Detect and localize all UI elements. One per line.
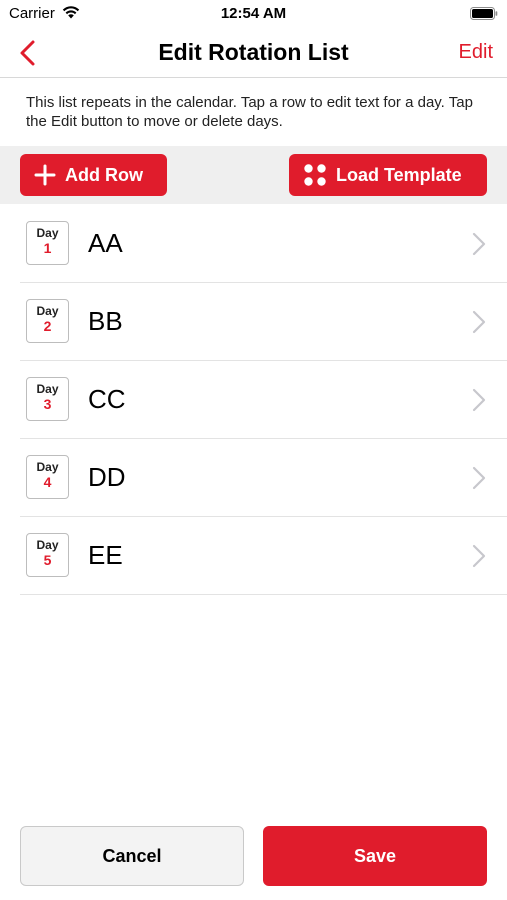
navigation-bar: Edit Rotation List Edit — [0, 28, 507, 78]
chevron-right-icon — [472, 544, 486, 568]
status-time: 12:54 AM — [220, 5, 287, 22]
add-row-button[interactable]: Add Row — [20, 154, 167, 196]
chevron-right-icon — [472, 466, 486, 490]
day-number: 5 — [43, 552, 52, 568]
day-row[interactable]: Day 5 EE — [20, 517, 507, 595]
day-text: AA — [88, 228, 123, 258]
day-badge-label: Day — [36, 226, 59, 240]
day-text: DD — [88, 462, 126, 492]
day-number: 1 — [43, 240, 52, 256]
day-badge: Day 3 — [26, 377, 69, 421]
day-badge-label: Day — [36, 382, 59, 396]
dots-grid-icon — [304, 164, 326, 186]
day-number: 4 — [43, 474, 52, 490]
load-template-button[interactable]: Load Template — [289, 154, 487, 196]
day-number: 3 — [43, 396, 52, 412]
day-text: BB — [88, 306, 123, 336]
chevron-right-icon — [472, 310, 486, 334]
day-badge-label: Day — [36, 460, 59, 474]
day-badge: Day 2 — [26, 299, 69, 343]
chevron-right-icon — [472, 232, 486, 256]
edit-button[interactable]: Edit — [459, 41, 493, 64]
day-number: 2 — [43, 318, 52, 334]
day-badge: Day 4 — [26, 455, 69, 499]
add-row-label: Add Row — [65, 164, 143, 185]
day-row[interactable]: Day 4 DD — [20, 439, 507, 517]
status-bar: Carrier 12:54 AM — [0, 0, 507, 28]
action-toolbar: Add Row Load Template — [0, 146, 507, 204]
info-text: This list repeats in the calendar. Tap a… — [26, 94, 473, 130]
save-button[interactable]: Save — [263, 826, 487, 886]
day-row[interactable]: Day 3 CC — [20, 361, 507, 439]
rotation-day-list: Day 1 AA Day 2 BB Day 3 CC Day 4 DD Day … — [20, 205, 507, 595]
page-title: Edit Rotation List — [158, 39, 349, 65]
chevron-right-icon — [472, 388, 486, 412]
day-text: EE — [88, 540, 123, 570]
day-row[interactable]: Day 1 AA — [20, 205, 507, 283]
day-row[interactable]: Day 2 BB — [20, 283, 507, 361]
cancel-button[interactable]: Cancel — [20, 826, 244, 886]
day-text: CC — [88, 384, 126, 414]
day-badge: Day 5 — [26, 533, 69, 577]
plus-icon — [34, 164, 56, 186]
day-badge: Day 1 — [26, 221, 69, 265]
load-template-label: Load Template — [336, 164, 462, 185]
battery-icon — [470, 7, 498, 20]
day-badge-label: Day — [36, 538, 59, 552]
day-badge-label: Day — [36, 304, 59, 318]
